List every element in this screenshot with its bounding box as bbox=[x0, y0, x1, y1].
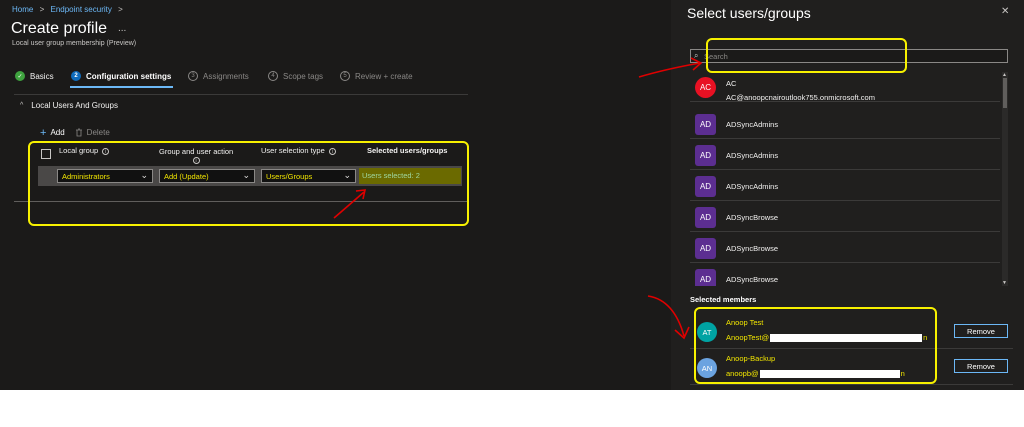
tab-scope-tags[interactable]: 4 Scope tags bbox=[268, 71, 323, 81]
scrollbar[interactable]: ▲ ▼ bbox=[1002, 72, 1008, 286]
list-item[interactable]: AD ADSyncBrowse bbox=[690, 202, 1000, 232]
tab-label: Review + create bbox=[355, 71, 413, 81]
scrollbar-thumb[interactable] bbox=[1003, 78, 1007, 108]
highlight-annotation bbox=[694, 307, 937, 384]
selected-members-heading: Selected members bbox=[690, 295, 757, 304]
list-item[interactable]: AD ADSyncAdmins bbox=[690, 109, 1000, 139]
tab-review-create[interactable]: 5 Review + create bbox=[340, 71, 413, 81]
step-number: 5 bbox=[340, 71, 350, 81]
add-button[interactable]: + Add bbox=[40, 126, 65, 139]
list-item[interactable]: AD ADSyncBrowse bbox=[690, 233, 1000, 263]
breadcrumb-endpoint-security[interactable]: Endpoint security bbox=[50, 5, 111, 14]
tab-configuration-settings[interactable]: 2 Configuration settings bbox=[71, 71, 171, 81]
chevron-up-icon: ^ bbox=[20, 102, 24, 109]
avatar: AD bbox=[695, 238, 716, 259]
item-name: AC bbox=[726, 79, 737, 88]
trash-icon bbox=[75, 128, 82, 137]
tab-basics[interactable]: ✓ Basics bbox=[15, 71, 54, 81]
list-item[interactable]: AC AC AC@anoopcnairoutlook755.onmicrosof… bbox=[690, 72, 1000, 102]
tab-label: Scope tags bbox=[283, 71, 324, 81]
toolbar: + Add Delete bbox=[40, 126, 110, 139]
close-icon[interactable]: ✕ bbox=[1001, 6, 1009, 17]
delete-label: Delete bbox=[86, 128, 110, 137]
step-number: 4 bbox=[268, 71, 278, 81]
plus-icon: + bbox=[40, 126, 47, 139]
list-item[interactable]: AD ADSyncAdmins bbox=[690, 140, 1000, 170]
list-item[interactable]: AD ADSyncBrowse bbox=[690, 264, 1000, 286]
scroll-down-icon[interactable]: ▼ bbox=[1002, 280, 1007, 286]
item-name: ADSyncBrowse bbox=[726, 275, 779, 284]
item-name: ADSyncAdmins bbox=[726, 151, 779, 160]
avatar: AD bbox=[695, 145, 716, 166]
active-tab-indicator bbox=[70, 86, 173, 88]
tab-label: Basics bbox=[30, 71, 54, 81]
avatar: AD bbox=[695, 176, 716, 197]
step-number: 3 bbox=[188, 71, 198, 81]
page-subtitle: Local user group membership (Preview) bbox=[12, 40, 137, 47]
step-complete-icon: ✓ bbox=[15, 71, 25, 81]
tab-label: Assignments bbox=[203, 71, 249, 81]
item-email: AC@anoopcnairoutlook755.onmicrosoft.com bbox=[726, 93, 875, 102]
remove-button[interactable]: Remove bbox=[954, 324, 1008, 338]
avatar: AD bbox=[695, 207, 716, 228]
item-name: ADSyncAdmins bbox=[726, 182, 779, 191]
section-title: Local Users And Groups bbox=[31, 101, 119, 110]
item-name: ADSyncAdmins bbox=[726, 120, 779, 129]
highlight-annotation bbox=[28, 141, 469, 226]
breadcrumb: Home > Endpoint security > bbox=[12, 5, 127, 14]
list-item[interactable]: AD ADSyncAdmins bbox=[690, 171, 1000, 201]
remove-button[interactable]: Remove bbox=[954, 359, 1008, 373]
red-arrow-annotation bbox=[647, 295, 690, 340]
breadcrumb-separator: > bbox=[39, 5, 45, 14]
add-label: Add bbox=[50, 128, 65, 137]
red-arrow-annotation bbox=[333, 189, 367, 219]
panel-title: Select users/groups bbox=[687, 5, 811, 21]
breadcrumb-separator: > bbox=[118, 5, 123, 14]
item-name: ADSyncBrowse bbox=[726, 244, 779, 253]
highlight-annotation bbox=[706, 38, 907, 73]
step-number: 2 bbox=[71, 71, 81, 81]
select-users-panel: Select users/groups ✕ ⌕ Search AC AC AC@… bbox=[671, 0, 1024, 390]
item-name: ADSyncBrowse bbox=[726, 213, 779, 222]
divider bbox=[14, 94, 468, 95]
breadcrumb-home[interactable]: Home bbox=[12, 5, 33, 14]
red-arrow-annotation bbox=[638, 57, 703, 78]
create-profile-blade: Home > Endpoint security > Create profil… bbox=[0, 0, 671, 390]
section-local-users-groups[interactable]: ^ Local Users And Groups bbox=[20, 101, 118, 110]
delete-button[interactable]: Delete bbox=[75, 128, 110, 137]
screenshot: Home > Endpoint security > Create profil… bbox=[0, 0, 1024, 390]
avatar: AD bbox=[695, 269, 716, 286]
tab-assignments[interactable]: 3 Assignments bbox=[188, 71, 249, 81]
avatar: AD bbox=[695, 114, 716, 135]
page-title: Create profile bbox=[11, 20, 108, 37]
search-results-list: AC AC AC@anoopcnairoutlook755.onmicrosof… bbox=[690, 72, 1008, 286]
tab-label: Configuration settings bbox=[86, 71, 172, 81]
more-options-icon[interactable]: ... bbox=[118, 23, 126, 34]
